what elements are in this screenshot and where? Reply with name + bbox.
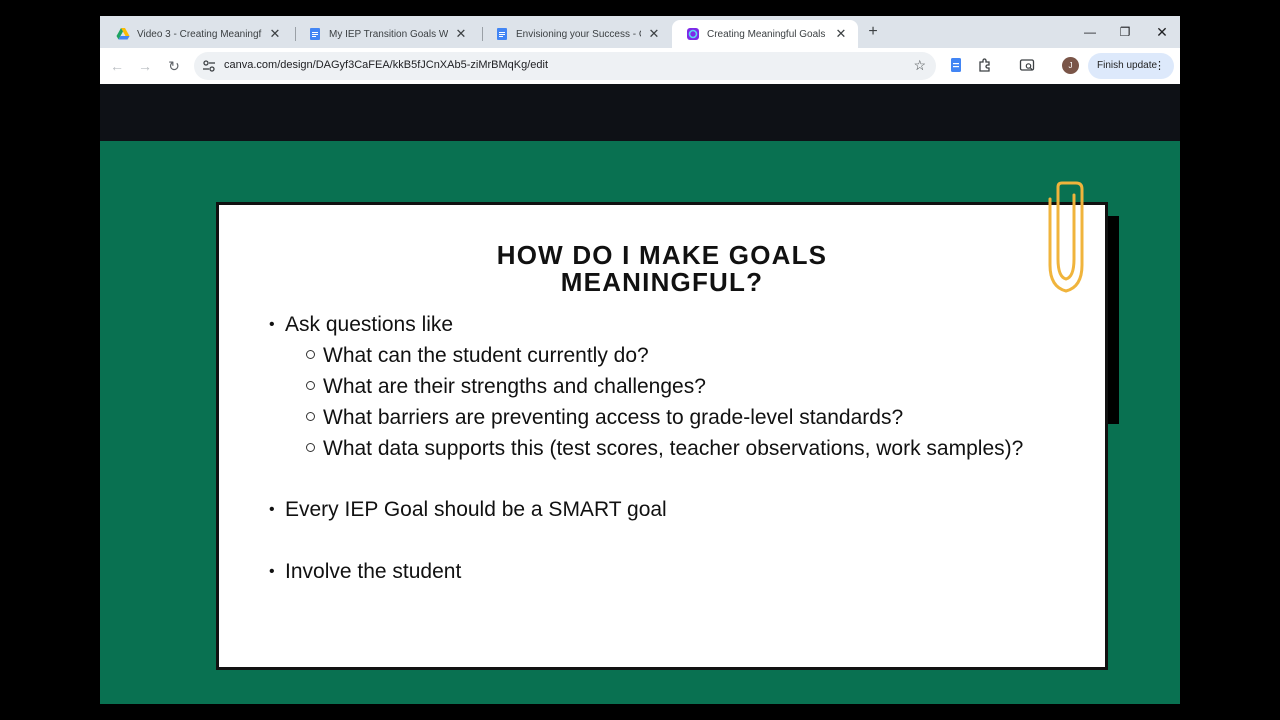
close-tab-icon[interactable]: ✕ [454,26,468,42]
canva-icon [687,28,699,40]
address-bar[interactable]: canva.com/design/DAGyf3CaFEA/kkB5fJCnXAb… [194,52,936,80]
finish-update-label: Finish update [1097,60,1158,71]
site-settings-icon[interactable] [202,59,216,73]
close-window-button[interactable]: ✕ [1153,24,1171,40]
bullet-text: Involve the student [285,560,462,583]
slide-card: HOW DO I MAKE GOALS MEANINGFUL? • Ask qu… [216,202,1108,670]
sub-bullet-circle [306,350,315,359]
forward-button[interactable]: → [136,57,154,75]
sub-bullet-item: What data supports this (test scores, te… [306,437,1024,461]
tab-title: Envisioning your Success - Goo [516,28,641,40]
browser-window: Video 3 - Creating Meaningful ✕ My IEP T… [100,16,1180,704]
bullet-text: Every IEP Goal should be a SMART goal [285,498,667,521]
tab-envisioning-success[interactable]: Envisioning your Success - Goo ✕ [481,20,671,48]
minimize-button[interactable]: — [1081,24,1099,40]
tab-title: Video 3 - Creating Meaningful [137,28,262,40]
sub-bullet-text: What can the student currently do? [323,344,649,367]
google-drive-icon [116,28,130,40]
tab-strip: Video 3 - Creating Meaningful ✕ My IEP T… [100,16,1180,48]
bullet-dot: • [269,563,275,580]
profile-avatar[interactable]: J [1062,57,1079,74]
bookmark-star-icon[interactable]: ☆ [913,57,926,74]
browser-toolbar: ← → ↻ canva.com/design/DAGyf3CaFEA/kkB5f… [100,48,1180,84]
more-menu-icon[interactable]: ⋮ [1154,53,1165,79]
tab-title: Creating Meaningful Goals - Pr [707,28,828,40]
tab-video-3[interactable]: Video 3 - Creating Meaningful ✕ [102,20,292,48]
reload-button[interactable]: ↻ [165,57,183,75]
new-tab-button[interactable]: + [864,23,882,41]
slide-stage: HOW DO I MAKE GOALS MEANINGFUL? • Ask qu… [100,141,1180,704]
bullet-text: Ask questions like [285,313,454,336]
bullet-item: • Every IEP Goal should be a SMART goal [269,498,667,522]
google-docs-icon [497,28,507,40]
sub-bullet-circle [306,443,315,452]
sub-bullet-text: What are their strengths and challenges? [323,375,706,398]
presentation-top-bar [100,84,1180,141]
tab-creating-meaningful-goals[interactable]: Creating Meaningful Goals - Pr ✕ [672,20,858,48]
close-tab-icon[interactable]: ✕ [647,26,661,42]
bullet-dot: • [269,501,275,518]
finish-update-button[interactable]: Finish update ⋮ [1088,53,1174,79]
close-tab-icon[interactable]: ✕ [834,26,848,42]
bullet-item: • Ask questions like [269,313,454,337]
tab-iep-transition[interactable]: My IEP Transition Goals Worksh ✕ [294,20,478,48]
back-button[interactable]: ← [108,57,126,75]
url-text: canva.com/design/DAGyf3CaFEA/kkB5fJCnXAb… [224,59,549,71]
docs-extension-icon[interactable] [948,57,964,73]
sub-bullet-circle [306,381,315,390]
sub-bullet-text: What barriers are preventing access to g… [323,406,904,429]
heading-line-1: HOW DO I MAKE GOALS [496,240,828,270]
sub-bullet-circle [306,412,315,421]
bullet-item: • Involve the student [269,560,462,584]
paperclip-icon [1048,181,1084,293]
close-tab-icon[interactable]: ✕ [268,26,282,42]
restore-button[interactable]: ❐ [1116,24,1134,40]
google-docs-icon [310,28,320,40]
heading-line-2: MEANINGFUL? [560,267,764,297]
tab-search-icon[interactable] [1019,57,1035,73]
sub-bullet-item: What can the student currently do? [306,344,649,368]
extensions-puzzle-icon[interactable] [977,57,993,73]
sub-bullet-text: What data supports this (test scores, te… [323,437,1024,460]
tab-title: My IEP Transition Goals Worksh [329,28,448,40]
sub-bullet-item: What barriers are preventing access to g… [306,406,904,430]
slide-heading: HOW DO I MAKE GOALS MEANINGFUL? [219,242,1105,296]
bullet-dot: • [269,316,275,333]
sub-bullet-item: What are their strengths and challenges? [306,375,706,399]
